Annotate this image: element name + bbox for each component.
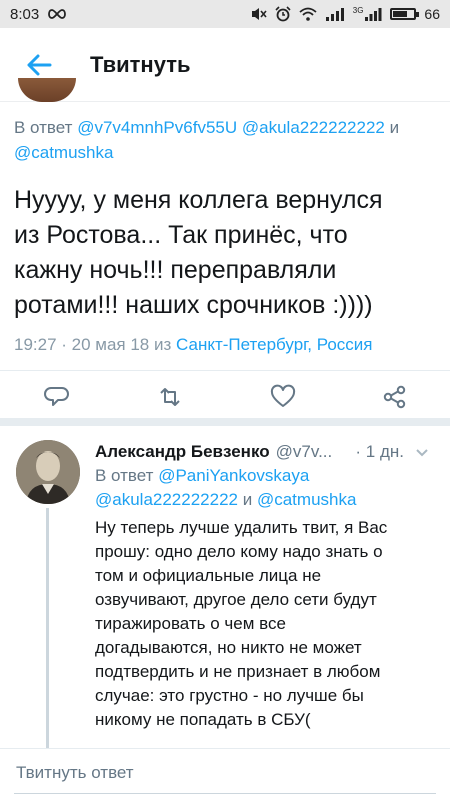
thread-line — [46, 508, 49, 778]
tweet-text-line: Нуууу, у меня коллега вернулся — [14, 186, 383, 214]
tweet-location[interactable]: Санкт-Петербург, Россия — [176, 335, 372, 354]
status-bar: 8:03 3G 66 — [0, 0, 450, 28]
reply-and: и — [242, 490, 253, 509]
user-photo-icon — [16, 440, 80, 504]
reply-text-line: Ну теперь лучше удалить твит, я Вас — [95, 518, 388, 537]
retweet-button[interactable] — [157, 384, 183, 410]
tweet-meta: 19:27 · 20 мая 18 из Санкт-Петербург, Ро… — [14, 335, 434, 355]
reply-text-line: догадываются, но никто не может — [95, 638, 362, 657]
reply-text-line: том и официальные лица не — [95, 566, 322, 585]
reply-button[interactable] — [44, 384, 70, 410]
tweet-text-line: ротами!!! наших срочников :)))) — [14, 291, 373, 319]
reply-text-line: никому не попадать в СБУ( — [95, 710, 311, 729]
reply-context: В ответ @v7v4mnhPv6fv55U @akula222222222… — [14, 115, 434, 165]
reply-context: В ответ @PaniYankovskaya @akula222222222… — [95, 464, 430, 512]
tweet-text-line: из Ростова... Так принёс, что — [14, 221, 348, 249]
battery-percent: 66 — [424, 6, 440, 22]
input-underline — [14, 793, 436, 794]
reply-body: Александр Бевзенко @v7v... · 1 дн. В отв… — [95, 442, 430, 732]
reply-text-line: озвучивают, другое дело сети будут — [95, 590, 377, 609]
share-icon — [383, 385, 406, 409]
reply-and: и — [389, 118, 400, 137]
tweet-text: Нуууу, у меня коллега вернулся из Ростов… — [14, 183, 434, 323]
mention-link[interactable]: @PaniYankovskaya — [158, 466, 309, 485]
page-title: Твитнуть — [90, 51, 191, 77]
chevron-down-icon[interactable] — [414, 444, 430, 460]
share-button[interactable] — [382, 384, 408, 410]
reply-icon — [44, 387, 69, 406]
mention-link[interactable]: @catmushka — [14, 143, 113, 162]
heart-icon — [270, 384, 296, 407]
reply-text-line: тиражировать о чем все — [95, 614, 286, 633]
reply-text-line: прошу: одно дело кому надо знать о — [95, 542, 383, 561]
tweet-text-line: кажну ночь!!! переправляли — [14, 256, 337, 284]
reply-text-line: подтвердить и не признает в любом — [95, 662, 381, 681]
reply-input[interactable]: Твитнуть ответ — [16, 763, 134, 783]
signal-icon-2 — [365, 8, 382, 21]
mute-icon — [251, 8, 267, 20]
avatar[interactable] — [16, 440, 80, 504]
status-time: 8:03 — [10, 5, 40, 23]
network-type-label: 3G — [352, 6, 364, 15]
compose-bar: Твитнуть ответ — [0, 748, 450, 800]
tweet-from: из — [154, 335, 172, 354]
tweet-timestamp: · 1 дн. — [355, 442, 404, 461]
tweet-timestamp[interactable]: 19:27 · 20 мая 18 — [14, 335, 149, 354]
mention-link[interactable]: @catmushka — [257, 490, 356, 509]
reply-prefix: В ответ — [95, 466, 154, 485]
mention-link[interactable]: @akula222222222 — [242, 118, 385, 137]
infinity-icon — [48, 9, 67, 19]
reply-prefix: В ответ — [14, 118, 73, 137]
author-handle[interactable]: @v7v... — [276, 442, 333, 462]
arrow-left-icon — [27, 54, 52, 75]
mention-link[interactable]: @v7v4mnhPv6fv55U — [77, 118, 237, 137]
alarm-icon — [275, 6, 291, 22]
reply-text-line: случае: это грустно - но лучше бы — [95, 686, 364, 705]
mention-link[interactable]: @akula222222222 — [95, 490, 238, 509]
back-button[interactable] — [20, 50, 58, 80]
signal-icon — [325, 8, 344, 21]
reply-header: Александр Бевзенко @v7v... · 1 дн. — [95, 442, 430, 462]
section-separator — [0, 418, 450, 426]
like-button[interactable] — [270, 384, 296, 410]
author-name[interactable]: Александр Бевзенко — [95, 442, 270, 462]
wifi-icon — [299, 7, 317, 21]
main-tweet: В ответ @v7v4mnhPv6fv55U @akula222222222… — [14, 115, 434, 355]
reply-text: Ну теперь лучше удалить твит, я Вас прош… — [95, 516, 430, 732]
divider — [0, 370, 450, 371]
tweet-actions — [0, 372, 450, 422]
retweet-icon — [160, 388, 180, 406]
battery-icon — [390, 8, 420, 20]
battery-level-fill — [393, 11, 407, 17]
